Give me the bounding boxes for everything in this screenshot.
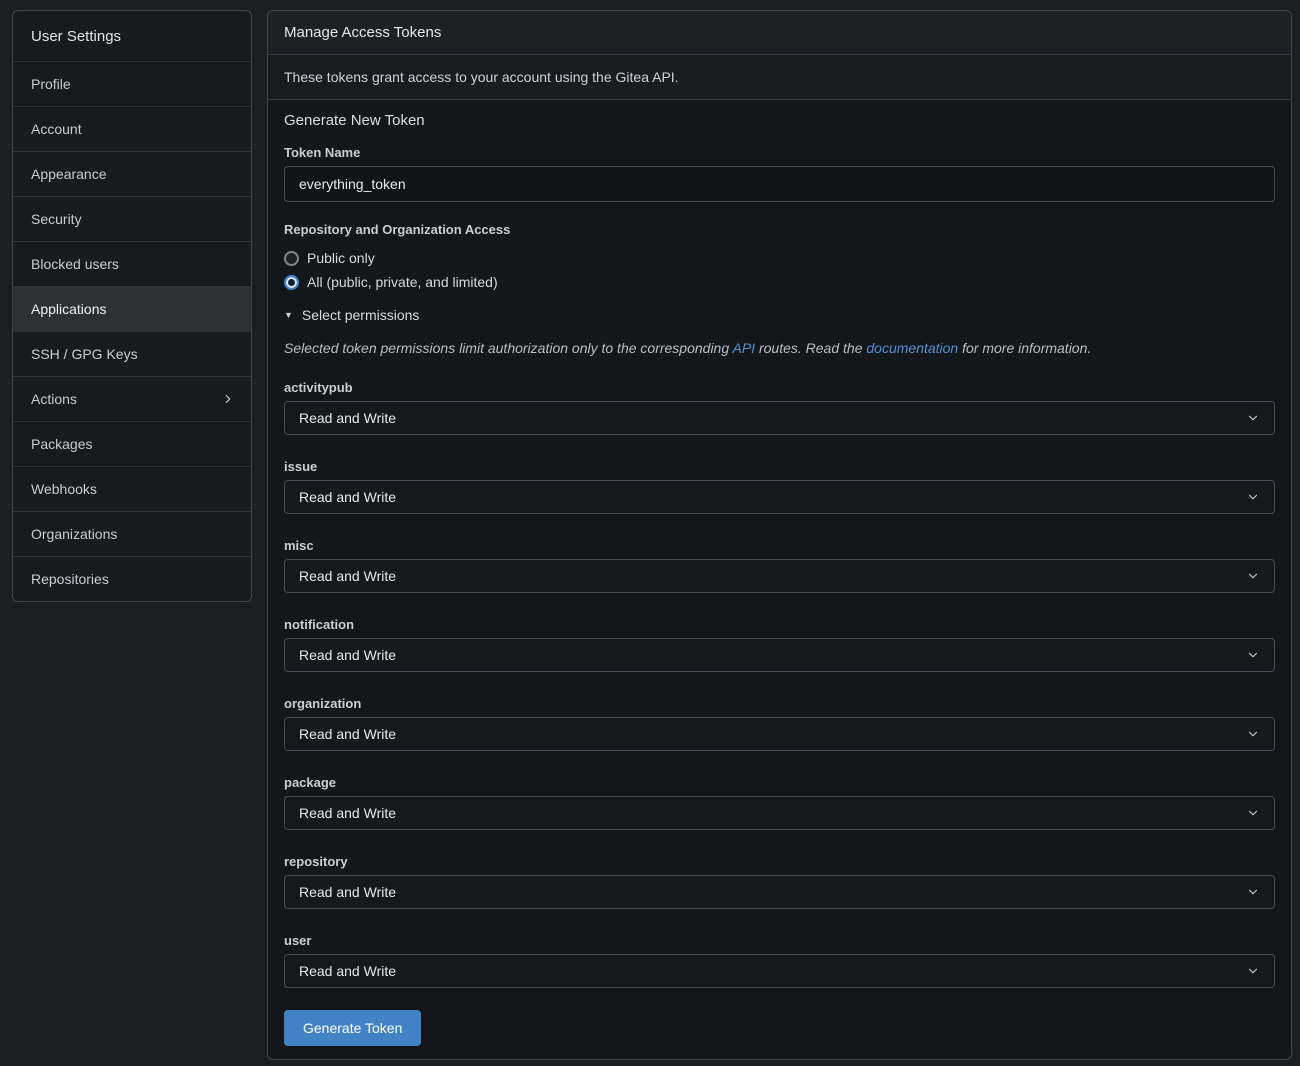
sidebar-item-packages[interactable]: Packages: [13, 421, 251, 466]
chevron-down-icon: [1246, 727, 1260, 741]
permission-group-issue: issue Read and Write: [284, 459, 1275, 514]
access-scope-radio-group: Public only All (public, private, and li…: [284, 246, 1275, 294]
sidebar-item-applications[interactable]: Applications: [13, 286, 251, 331]
sidebar-item-label: Organizations: [31, 526, 117, 542]
permission-select[interactable]: Read and Write: [284, 401, 1275, 435]
token-name-input[interactable]: [284, 166, 1275, 202]
chevron-down-icon: [1246, 648, 1260, 662]
select-permissions-label: Select permissions: [302, 307, 420, 323]
permission-select-value: Read and Write: [299, 805, 396, 821]
chevron-down-icon: [1246, 569, 1260, 583]
access-scope-radio[interactable]: Public only: [284, 246, 1275, 270]
sidebar-item-label: Blocked users: [31, 256, 119, 272]
sidebar-item-appearance[interactable]: Appearance: [13, 151, 251, 196]
permission-select-value: Read and Write: [299, 884, 396, 900]
chevron-down-icon: [1246, 885, 1260, 899]
note-text-after: for more information.: [958, 340, 1091, 356]
sidebar-item-label: Appearance: [31, 166, 107, 182]
permission-name-label: user: [284, 933, 1275, 948]
sidebar-item-repositories[interactable]: Repositories: [13, 556, 251, 601]
sidebar-item-webhooks[interactable]: Webhooks: [13, 466, 251, 511]
permission-select-value: Read and Write: [299, 647, 396, 663]
permission-group-organization: organization Read and Write: [284, 696, 1275, 751]
permission-select[interactable]: Read and Write: [284, 717, 1275, 751]
permissions-note: Selected token permissions limit authori…: [284, 340, 1275, 356]
select-permissions-toggle[interactable]: ▼ Select permissions: [284, 307, 1275, 323]
permission-group-misc: misc Read and Write: [284, 538, 1275, 593]
permission-name-label: repository: [284, 854, 1275, 869]
sidebar-title: User Settings: [13, 11, 251, 61]
chevron-right-icon: [221, 392, 235, 406]
sidebar-item-label: Security: [31, 211, 82, 227]
permission-select-value: Read and Write: [299, 726, 396, 742]
sidebar-item-label: Webhooks: [31, 481, 97, 497]
sidebar-item-account[interactable]: Account: [13, 106, 251, 151]
sidebar-item-security[interactable]: Security: [13, 196, 251, 241]
sidebar-item-label: Profile: [31, 76, 71, 92]
permission-group-notification: notification Read and Write: [284, 617, 1275, 672]
api-link[interactable]: API: [733, 340, 756, 356]
permission-group-activitypub: activitypub Read and Write: [284, 380, 1275, 435]
permission-group-repository: repository Read and Write: [284, 854, 1275, 909]
panel-title: Manage Access Tokens: [268, 11, 1291, 55]
permission-select-value: Read and Write: [299, 963, 396, 979]
panel-description: These tokens grant access to your accoun…: [268, 55, 1291, 100]
radio-icon[interactable]: [284, 275, 299, 290]
access-scope-label: Repository and Organization Access: [284, 222, 1275, 237]
sidebar-item-label: Packages: [31, 436, 92, 452]
sidebar-item-ssh-gpg-keys[interactable]: SSH / GPG Keys: [13, 331, 251, 376]
access-scope-radio[interactable]: All (public, private, and limited): [284, 270, 1275, 294]
settings-page: User Settings Profile Account Appearance…: [0, 0, 1300, 1066]
permission-select-value: Read and Write: [299, 568, 396, 584]
note-text-middle: routes. Read the: [755, 340, 866, 356]
chevron-down-icon: [1246, 490, 1260, 504]
permission-select[interactable]: Read and Write: [284, 796, 1275, 830]
permission-select-value: Read and Write: [299, 410, 396, 426]
form-section-title: Generate New Token: [284, 112, 1275, 129]
permission-name-label: misc: [284, 538, 1275, 553]
permission-name-label: notification: [284, 617, 1275, 632]
radio-icon[interactable]: [284, 251, 299, 266]
documentation-link[interactable]: documentation: [866, 340, 958, 356]
sidebar-item-label: Actions: [31, 391, 77, 407]
permission-select[interactable]: Read and Write: [284, 480, 1275, 514]
sidebar-item-label: Account: [31, 121, 82, 137]
permission-select[interactable]: Read and Write: [284, 954, 1275, 988]
sidebar-menu: Profile Account Appearance Security Bloc…: [13, 61, 251, 601]
permission-groups: activitypub Read and Write issue Read an…: [284, 380, 1275, 988]
user-settings-sidebar: User Settings Profile Account Appearance…: [12, 10, 252, 602]
permission-name-label: organization: [284, 696, 1275, 711]
chevron-down-icon: [1246, 806, 1260, 820]
sidebar-item-label: Repositories: [31, 571, 109, 587]
sidebar-item-label: Applications: [31, 301, 107, 317]
permission-name-label: issue: [284, 459, 1275, 474]
sidebar-item-label: SSH / GPG Keys: [31, 346, 138, 362]
generate-token-form: Generate New Token Token Name Repository…: [268, 100, 1291, 1060]
token-name-label: Token Name: [284, 145, 1275, 160]
sidebar-item-profile[interactable]: Profile: [13, 61, 251, 106]
permission-group-user: user Read and Write: [284, 933, 1275, 988]
generate-token-button[interactable]: Generate Token: [284, 1010, 421, 1046]
radio-label: Public only: [307, 250, 375, 266]
caret-down-icon: ▼: [284, 311, 293, 320]
sidebar-item-blocked-users[interactable]: Blocked users: [13, 241, 251, 286]
permission-name-label: package: [284, 775, 1275, 790]
permission-group-package: package Read and Write: [284, 775, 1275, 830]
chevron-down-icon: [1246, 411, 1260, 425]
permission-select[interactable]: Read and Write: [284, 875, 1275, 909]
permission-select[interactable]: Read and Write: [284, 559, 1275, 593]
sidebar-item-organizations[interactable]: Organizations: [13, 511, 251, 556]
permission-select[interactable]: Read and Write: [284, 638, 1275, 672]
permission-select-value: Read and Write: [299, 489, 396, 505]
radio-label: All (public, private, and limited): [307, 274, 498, 290]
sidebar-item-actions[interactable]: Actions: [13, 376, 251, 421]
manage-access-tokens-panel: Manage Access Tokens These tokens grant …: [267, 10, 1292, 1060]
permission-name-label: activitypub: [284, 380, 1275, 395]
note-text-before: Selected token permissions limit authori…: [284, 340, 733, 356]
chevron-down-icon: [1246, 964, 1260, 978]
